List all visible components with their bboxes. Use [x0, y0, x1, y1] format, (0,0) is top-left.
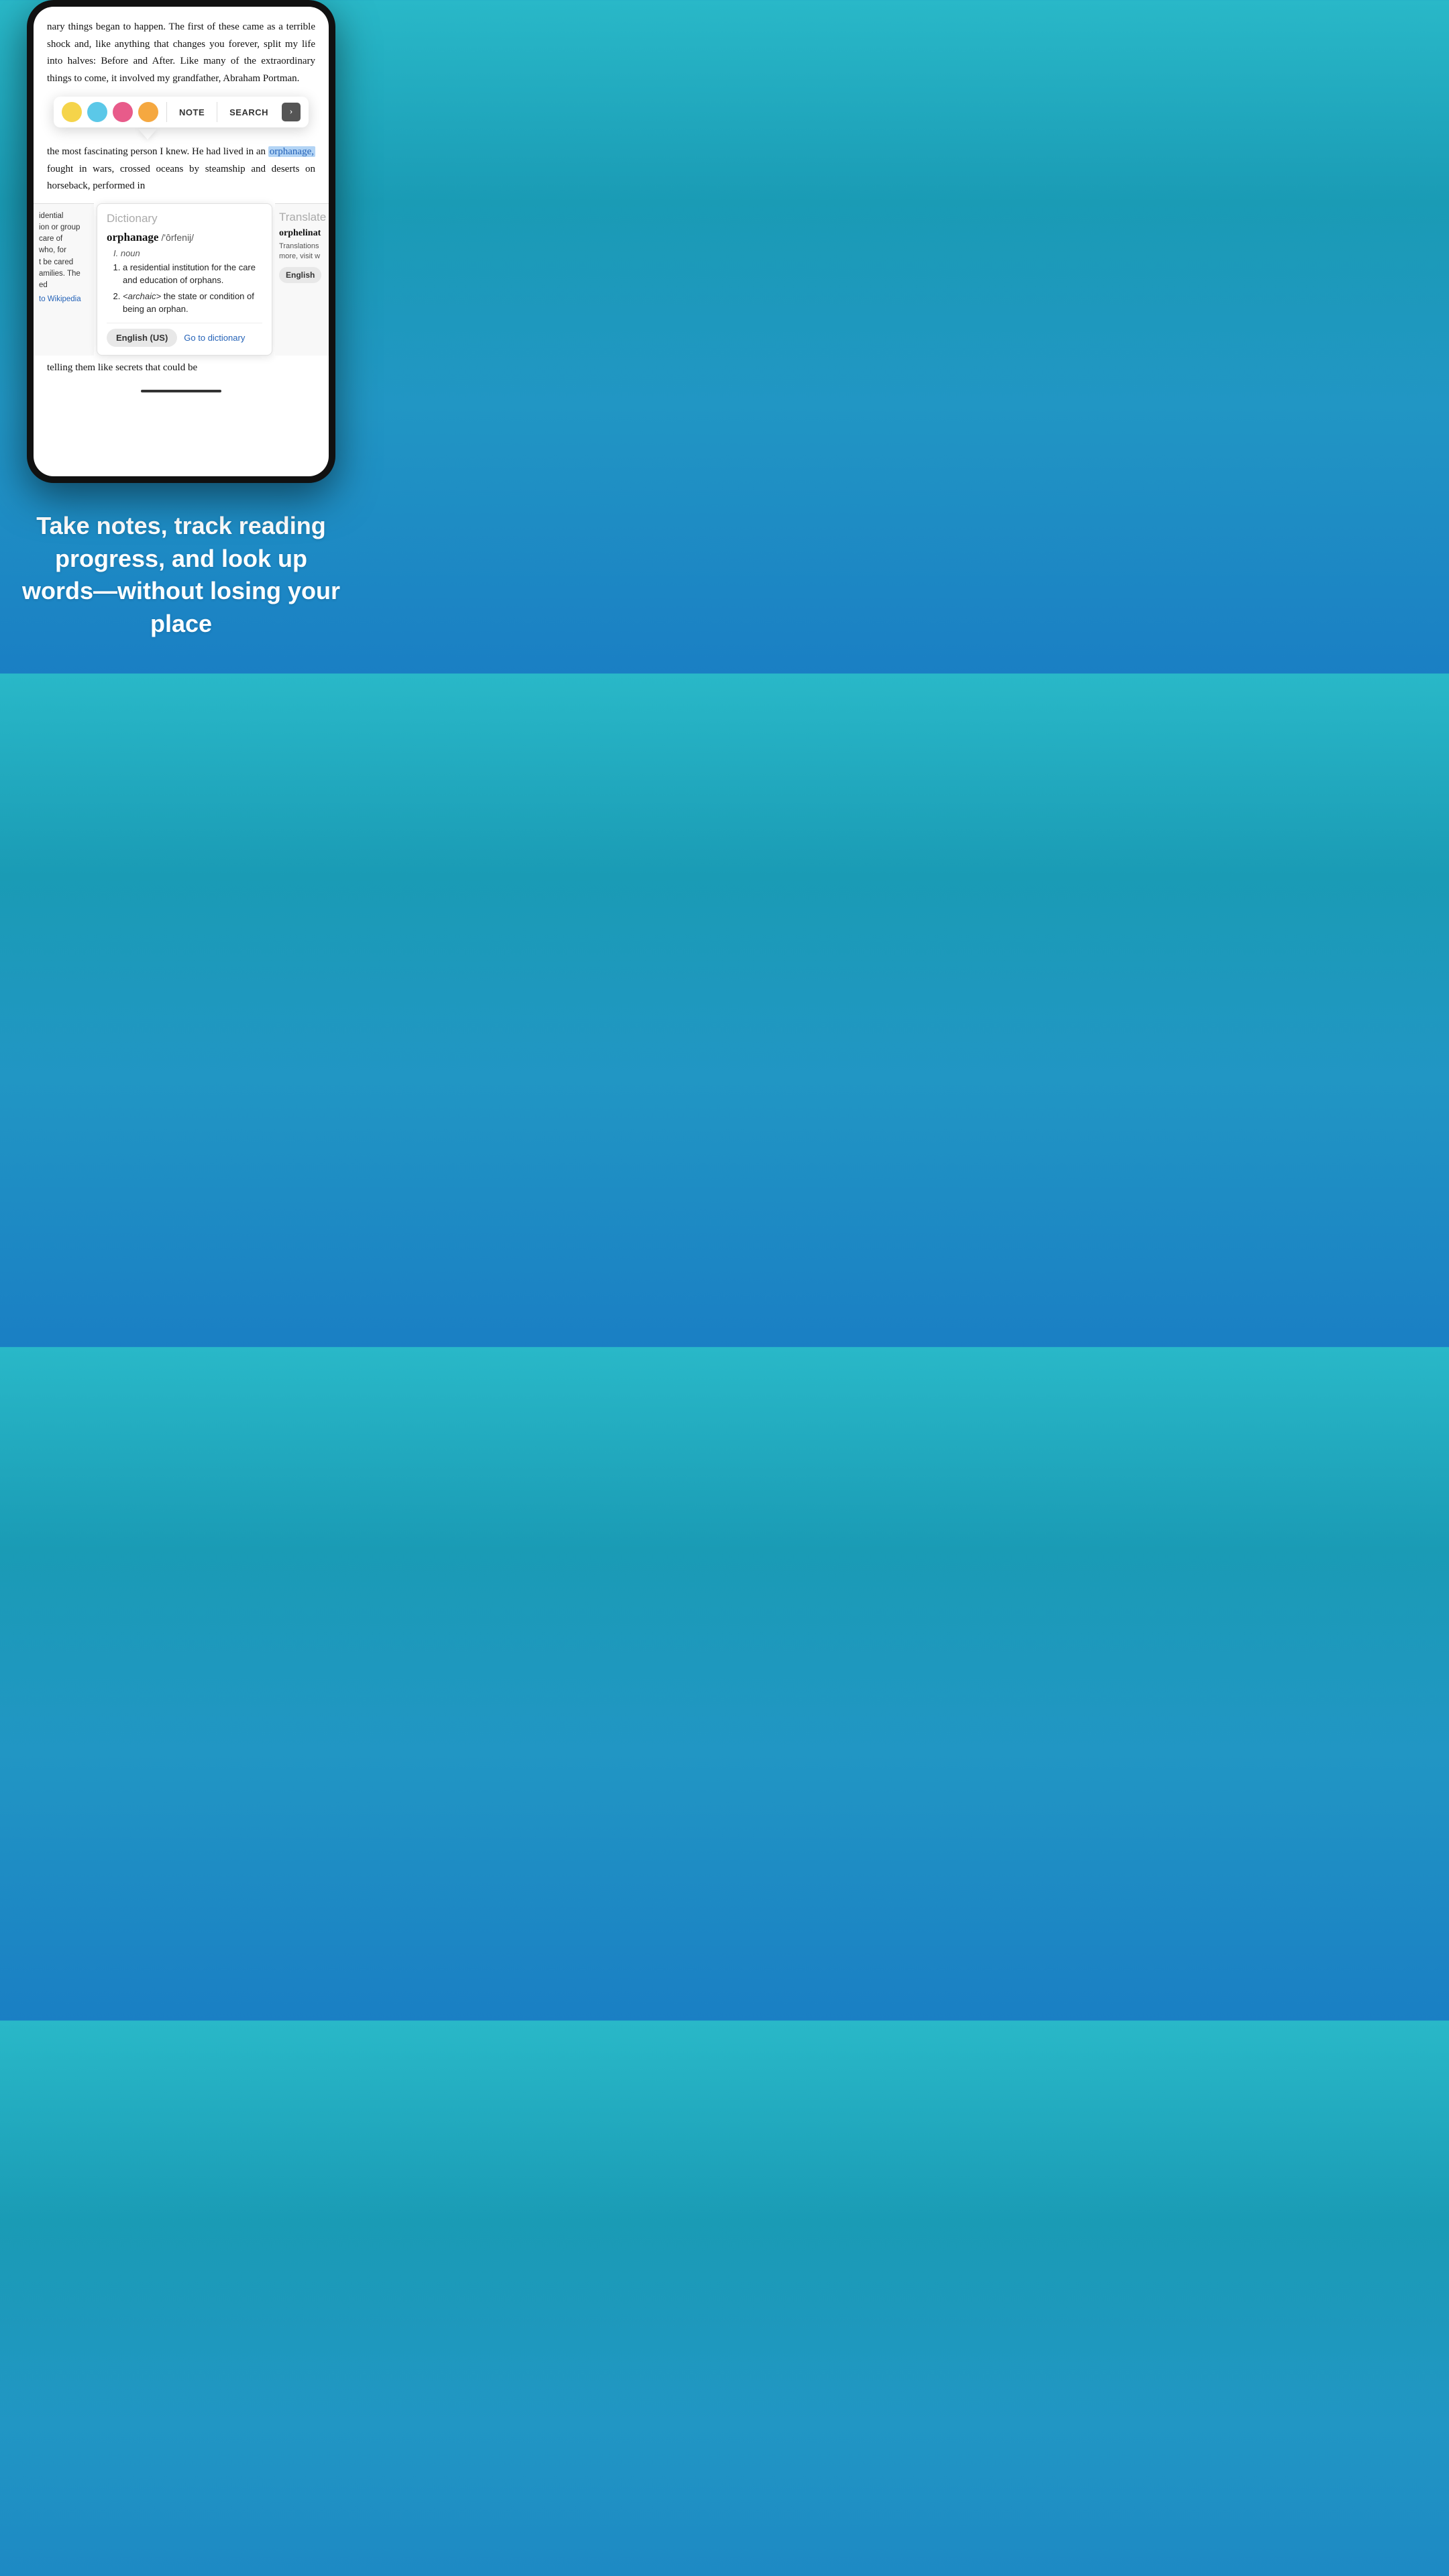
dict-word-row: orphanage /'ôrfenij/ [107, 231, 262, 244]
tagline-section: Take notes, track reading progress, and … [0, 483, 362, 674]
tooltip-triangle [138, 129, 157, 140]
highlight-toolbar: NOTE SEARCH › [54, 97, 309, 127]
go-to-dictionary-button[interactable]: Go to dictionary [184, 333, 245, 343]
color-dot-blue[interactable] [87, 102, 107, 122]
dictionary-panel: Dictionary orphanage /'ôrfenij/ I. noun … [97, 203, 272, 356]
toolbar-wrapper: NOTE SEARCH › [34, 97, 329, 127]
translate-word: orphelinat [279, 228, 325, 239]
tooltip-pointer [34, 129, 329, 140]
phone-home-bar [141, 390, 221, 392]
dict-word: orphanage [107, 231, 158, 244]
dict-def-2: <archaic> the state or condition of bein… [123, 290, 262, 316]
phone-container: nary things began to happen. The first o… [0, 0, 362, 483]
dict-footer: English (US) Go to dictionary [107, 323, 262, 347]
tagline-text: Take notes, track reading progress, and … [20, 510, 342, 640]
left-panel-text: idential ion or group care of who, for t… [39, 211, 89, 292]
translate-title: Translate [279, 211, 325, 224]
toolbar-divider [166, 102, 167, 122]
color-dot-pink[interactable] [113, 102, 133, 122]
chevron-right-icon: › [290, 107, 293, 117]
more-arrow-button[interactable]: › [282, 103, 301, 121]
translate-desc: Translations more, visit w [279, 241, 325, 262]
dict-pos: I. noun [113, 248, 262, 258]
phone-screen: nary things began to happen. The first o… [34, 7, 329, 476]
dict-lang-button[interactable]: English (US) [107, 329, 177, 347]
highlighted-word: orphanage, [268, 146, 315, 157]
wikipedia-link[interactable]: to Wikipedia [39, 295, 89, 303]
phone-frame: nary things began to happen. The first o… [27, 0, 335, 483]
dict-def-1: a residential institution for the care a… [123, 261, 262, 287]
dictionary-title: Dictionary [107, 212, 262, 225]
note-button[interactable]: NOTE [175, 105, 209, 120]
right-panel-translate: Translate orphelinat Translations more, … [275, 203, 329, 356]
left-panel-wikipedia: idential ion or group care of who, for t… [34, 203, 94, 356]
book-text-mid: the most fascinating person I knew. He h… [34, 140, 329, 202]
color-dot-yellow[interactable] [62, 102, 82, 122]
translate-lang-button[interactable]: English [279, 267, 321, 283]
color-dot-orange[interactable] [138, 102, 158, 122]
search-button[interactable]: SEARCH [225, 105, 272, 120]
dict-phonetic: /'ôrfenij/ [161, 232, 194, 243]
book-text-top: nary things began to happen. The first o… [34, 7, 329, 94]
panels-row: idential ion or group care of who, for t… [34, 203, 329, 356]
dict-definitions: a residential institution for the care a… [107, 261, 262, 316]
book-text-bottom: telling them like secrets that could be [34, 356, 329, 384]
